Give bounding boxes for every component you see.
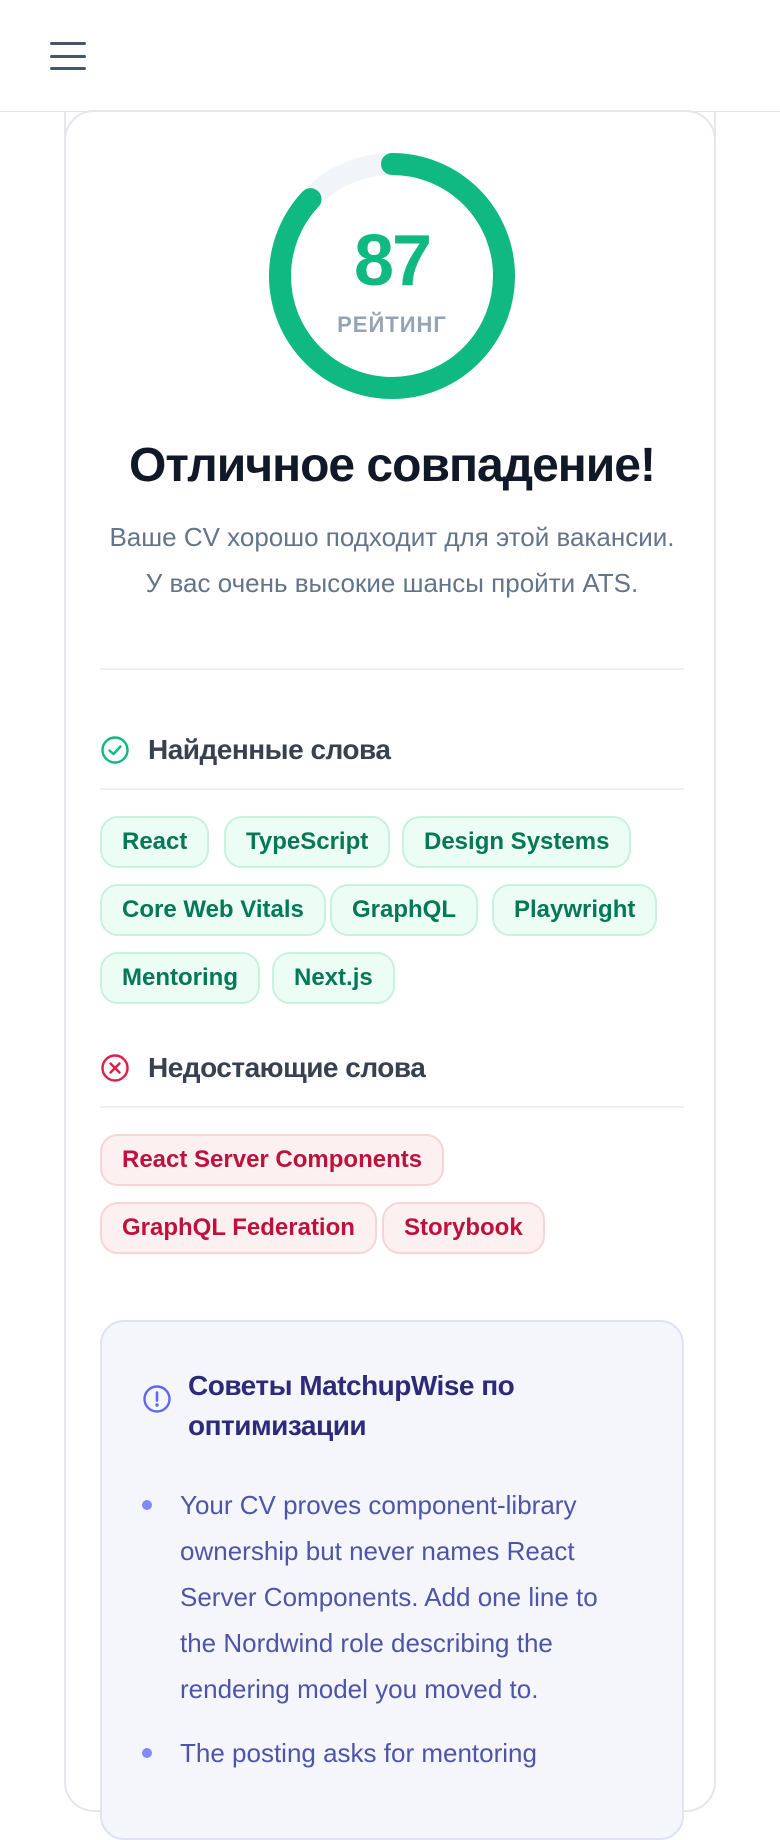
section-divider xyxy=(100,1106,684,1108)
top-bar xyxy=(0,0,780,112)
tips-header: Советы MatchupWise по оптимизации xyxy=(142,1366,652,1446)
section-divider xyxy=(100,788,684,790)
score-label: РЕЙТИНГ xyxy=(337,312,447,337)
missing-keyword-chip: Storybook xyxy=(382,1202,545,1254)
tip-text: Your CV proves component-library ownersh… xyxy=(180,1482,598,1712)
tip-line: rendering model you moved to. xyxy=(180,1674,539,1704)
menu-line xyxy=(50,67,86,70)
check-circle-icon xyxy=(101,736,129,764)
tips-title: Советы MatchupWise по оптимизации xyxy=(188,1366,515,1446)
result-headline: Отличное совпадение! xyxy=(129,439,656,492)
result-description: Ваше CV хорошо подходит для этой ваканси… xyxy=(90,514,694,606)
menu-line xyxy=(50,42,86,45)
info-circle-icon xyxy=(143,1385,171,1413)
found-keyword-chip: Next.js xyxy=(272,952,395,1004)
tip-line: Your CV proves component-library xyxy=(180,1490,577,1520)
x-circle-icon xyxy=(101,1054,129,1082)
found-keywords-header: Найденные слова xyxy=(100,734,684,766)
optimization-tips-panel: Советы MatchupWise по оптимизации Your C… xyxy=(100,1320,684,1840)
found-keyword-chip: TypeScript xyxy=(224,816,391,868)
hamburger-menu-icon[interactable] xyxy=(46,36,90,76)
tips-title-line: оптимизации xyxy=(188,1410,367,1441)
found-keyword-chip: GraphQL xyxy=(330,884,479,936)
bullet-icon xyxy=(142,1500,152,1510)
found-keyword-chip: Design Systems xyxy=(402,816,632,868)
tip-line: Server Components. Add one line to xyxy=(180,1582,598,1612)
tip-item: The posting asks for mentoring xyxy=(142,1730,662,1776)
description-line: У вас очень высокие шансы пройти ATS. xyxy=(145,568,639,598)
missing-keywords-title: Недостающие слова xyxy=(148,1052,426,1083)
section-divider xyxy=(100,668,684,670)
found-keywords-title: Найденные слова xyxy=(148,734,391,765)
menu-line xyxy=(50,54,86,58)
missing-keywords-header: Недостающие слова xyxy=(100,1052,684,1084)
bullet-icon xyxy=(142,1748,152,1758)
tip-text: The posting asks for mentoring xyxy=(180,1730,537,1776)
tip-line: The posting asks for mentoring xyxy=(180,1738,537,1768)
tip-line: ownership but never names React xyxy=(180,1536,575,1566)
score-gauge: 87 РЕЙТИНГ xyxy=(264,148,520,404)
found-keyword-chip: Mentoring xyxy=(100,952,260,1004)
missing-keyword-chip: GraphQL Federation xyxy=(100,1202,377,1254)
found-keyword-chip: React xyxy=(100,816,210,868)
missing-keyword-chip: React Server Components xyxy=(100,1134,445,1186)
found-keyword-chip: Playwright xyxy=(492,884,658,936)
tips-title-line: Советы MatchupWise по xyxy=(188,1370,515,1401)
result-card: 87 РЕЙТИНГ Отличное совпадение! Ваше CV … xyxy=(64,110,716,1840)
tip-line: the Nordwind role describing the xyxy=(180,1628,553,1658)
tip-item: Your CV proves component-library ownersh… xyxy=(142,1482,662,1712)
score-value: 87 xyxy=(353,221,432,301)
found-keyword-chip: Core Web Vitals xyxy=(100,884,326,936)
description-line: Ваше CV хорошо подходит для этой ваканси… xyxy=(109,522,675,552)
